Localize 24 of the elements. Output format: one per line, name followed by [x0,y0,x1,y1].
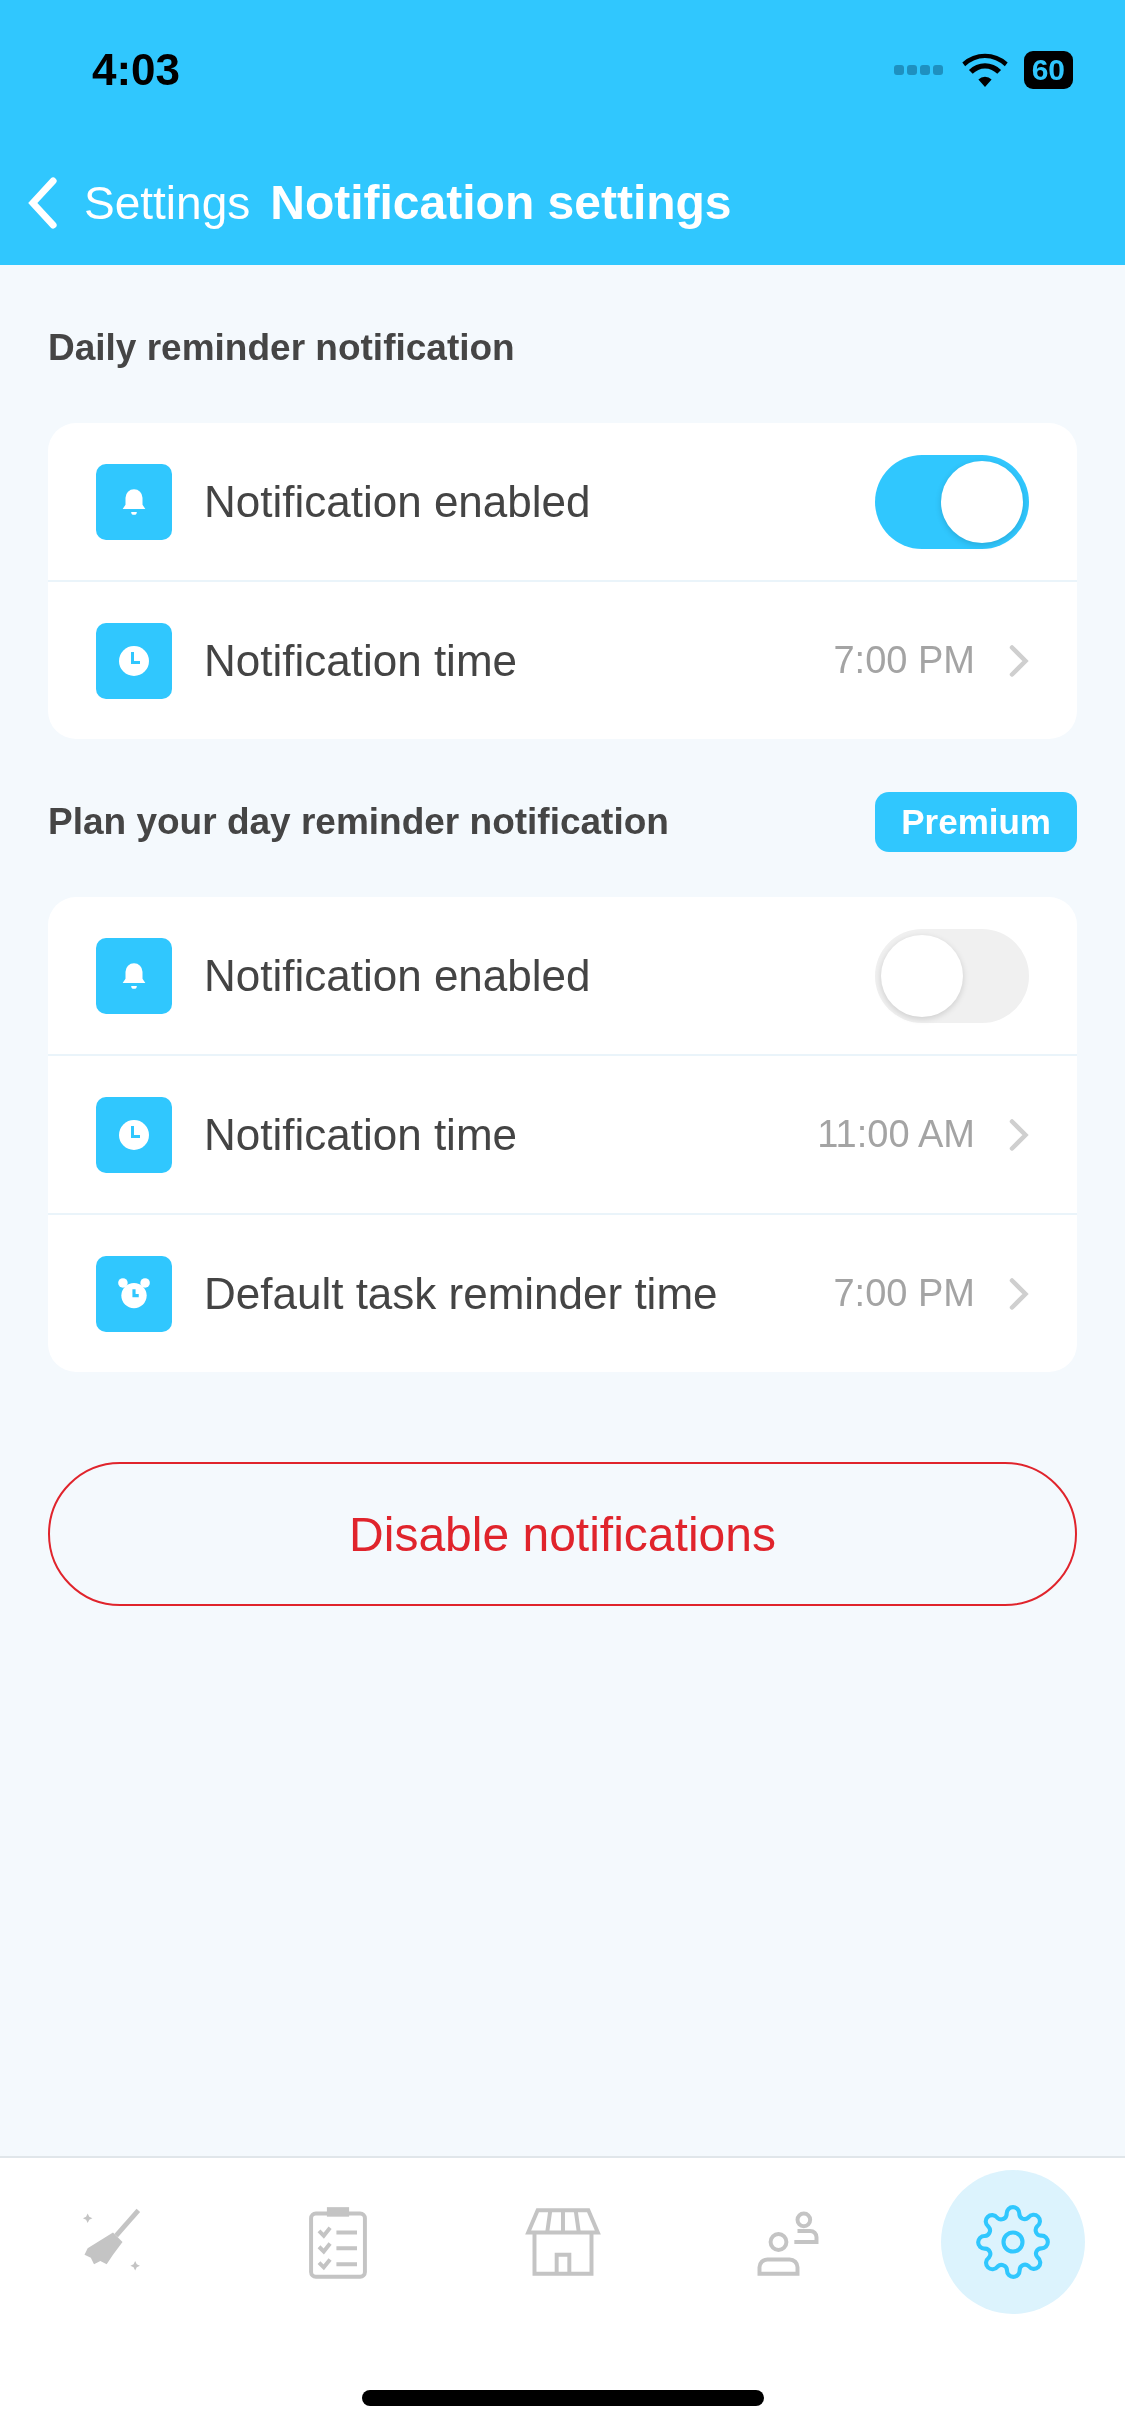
time-value[interactable]: 7:00 PM [833,1272,975,1315]
section-title: Plan your day reminder notification [48,801,669,843]
setting-label: Notification time [204,635,518,686]
premium-badge: Premium [875,792,1077,852]
status-time: 4:03 [92,45,181,95]
settings-icon [974,2204,1051,2280]
time-value[interactable]: 7:00 PM [833,639,975,682]
section-title: Daily reminder notification [48,327,515,369]
chevron-right-icon [1007,1116,1029,1153]
setting-label: Notification time [204,1109,518,1160]
setting-label: Notification enabled [204,950,592,1001]
setting-label: Notification enabled [204,476,592,527]
disable-notifications-button[interactable]: Disable notifications [48,1462,1077,1606]
screen-title: Notification settings [270,175,732,230]
time-value[interactable]: 11:00 AM [817,1113,975,1156]
battery-level: 60 [1023,51,1073,89]
chevron-right-icon [1007,642,1029,679]
back-button[interactable]: Settings [26,174,251,231]
chevron-right-icon [1007,1275,1029,1312]
setting-label: Default task reminder time [204,1268,719,1319]
back-chevron-icon [26,174,60,231]
back-label[interactable]: Settings [84,175,251,230]
wifi-icon [961,53,1008,87]
signal-icon [893,63,946,77]
